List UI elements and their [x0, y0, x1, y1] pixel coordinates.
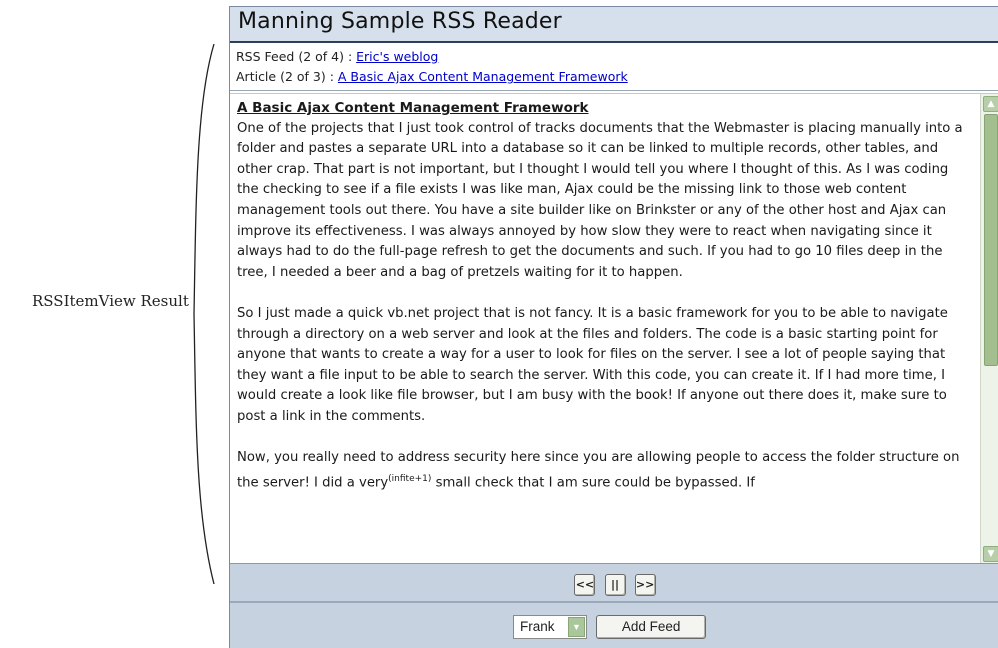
feed-info: RSS Feed (2 of 4) : Eric's weblog Articl… [230, 43, 998, 91]
scroll-up-icon[interactable]: ▲ [983, 96, 998, 112]
feed-link[interactable]: Eric's weblog [356, 49, 438, 64]
annotation-brace [193, 44, 215, 584]
feed-select-value: Frank [520, 619, 555, 634]
paragraph-3-end: small check that I am sure could be bypa… [431, 475, 755, 491]
chevron-down-icon[interactable]: ▼ [568, 617, 585, 637]
paragraph-3-sup: (infite+1) [388, 473, 432, 484]
rss-reader-window: Manning Sample RSS Reader RSS Feed (2 of… [229, 6, 998, 648]
scroll-thumb[interactable] [984, 114, 998, 366]
article-pane[interactable]: A Basic Ajax Content Management Framewor… [230, 93, 998, 564]
feed-toolbar: Frank ▼ Add Feed [230, 603, 998, 648]
feed-line: RSS Feed (2 of 4) : Eric's weblog [236, 47, 994, 67]
pause-button[interactable]: || [604, 574, 626, 596]
article-line: Article (2 of 3) : A Basic Ajax Content … [236, 67, 994, 87]
article-link[interactable]: A Basic Ajax Content Management Framewor… [338, 69, 628, 84]
previous-button[interactable]: << [574, 574, 596, 596]
feed-select[interactable]: Frank ▼ [513, 615, 587, 639]
article-content: A Basic Ajax Content Management Framewor… [230, 94, 978, 564]
article-heading: A Basic Ajax Content Management Framewor… [237, 100, 589, 116]
annotation-label: RSSItemView Result [32, 292, 189, 310]
navigation-bar: << || >> [230, 563, 998, 603]
article-paragraph-1: One of the projects that I just took con… [237, 120, 963, 280]
vertical-scrollbar[interactable]: ▲ ▼ [980, 94, 998, 564]
scroll-down-icon[interactable]: ▼ [983, 546, 998, 562]
app-title: Manning Sample RSS Reader [230, 7, 998, 43]
article-paragraph-3: Now, you really need to address security… [237, 448, 970, 494]
add-feed-button[interactable]: Add Feed [596, 615, 707, 639]
next-button[interactable]: >> [634, 574, 656, 596]
article-paragraph-2: So I just made a quick vb.net project th… [237, 305, 948, 424]
article-prefix: Article (2 of 3) : [236, 69, 338, 84]
feed-prefix: RSS Feed (2 of 4) : [236, 49, 357, 64]
